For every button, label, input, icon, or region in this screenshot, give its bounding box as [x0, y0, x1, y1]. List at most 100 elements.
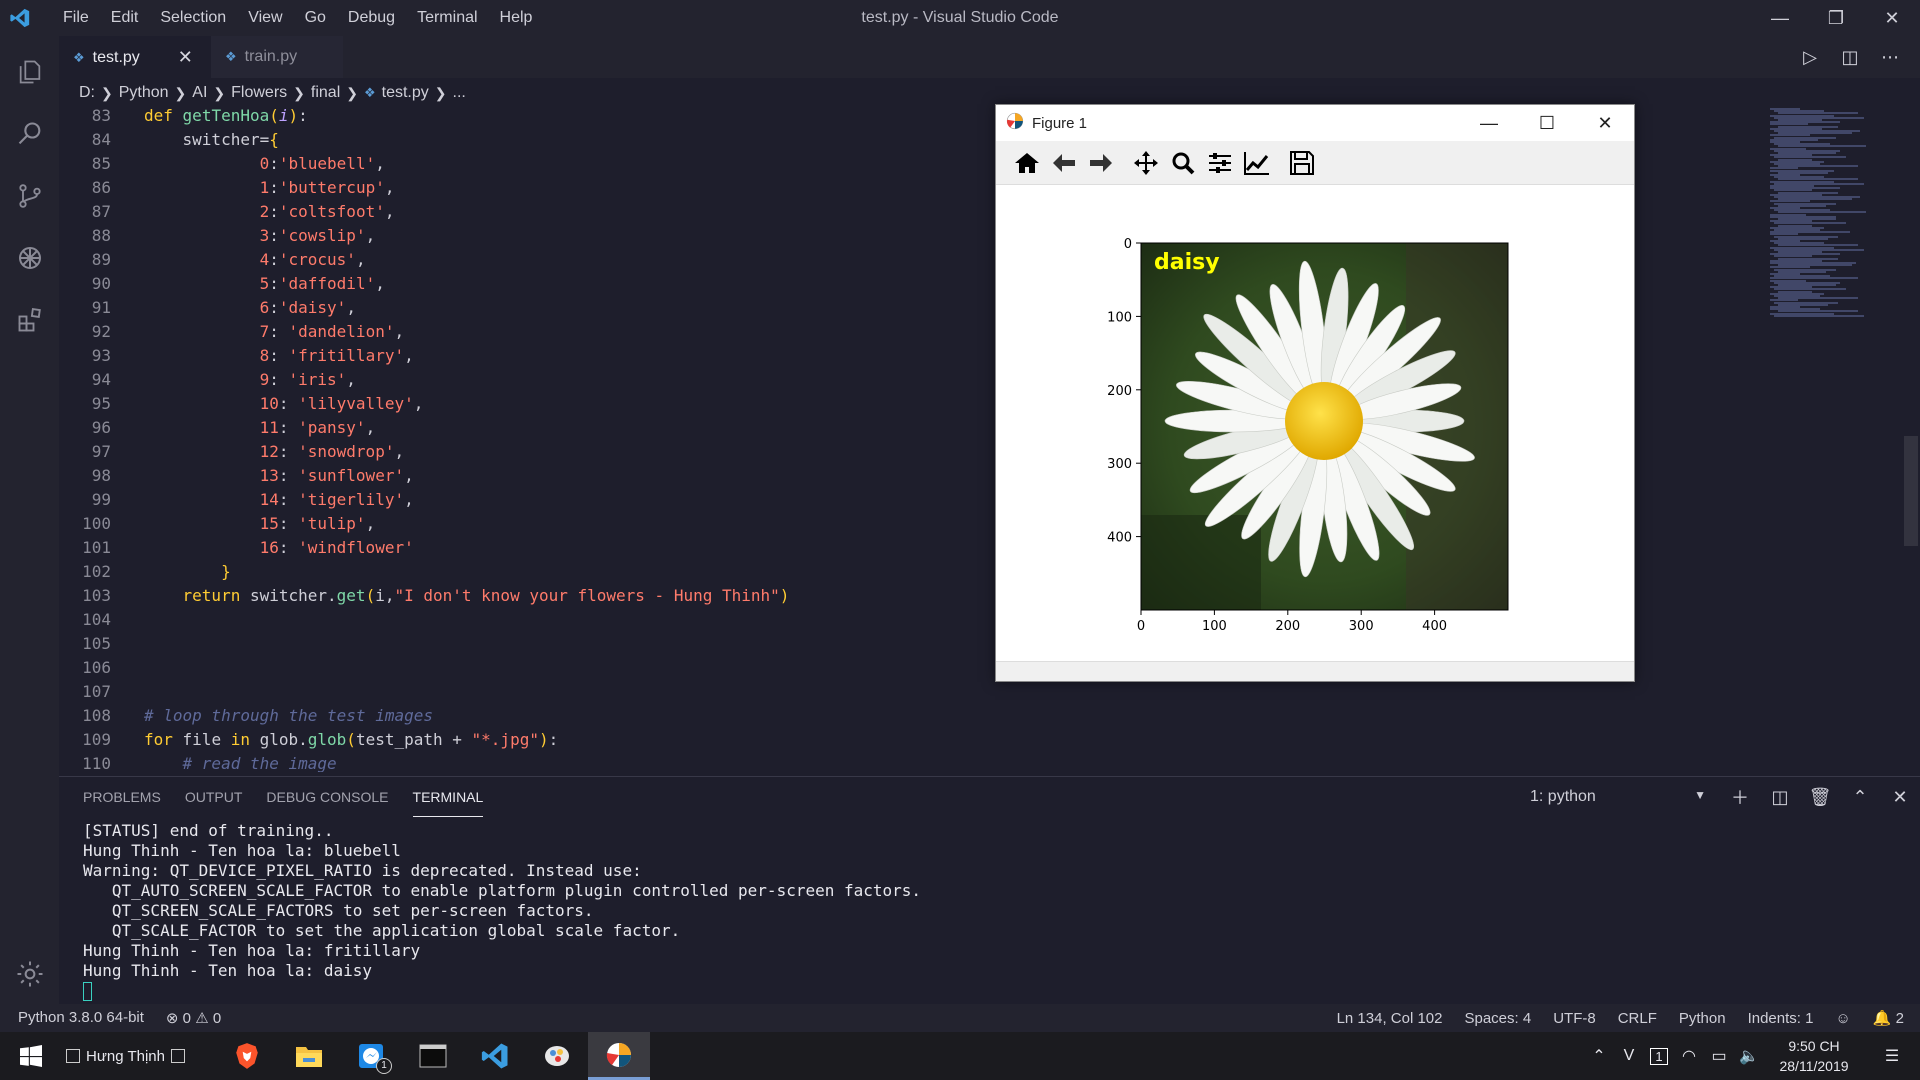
- code-text: 1:'buttercup',: [259, 178, 395, 197]
- wifi-icon[interactable]: ◠: [1674, 1046, 1704, 1066]
- chevron-right-icon: ❯: [434, 84, 447, 101]
- code-line[interactable]: 107: [59, 680, 1759, 704]
- terminal-prompt[interactable]: [83, 981, 921, 1001]
- close-panel-icon[interactable]: ✕: [1880, 787, 1920, 808]
- line-number: 84: [91, 130, 111, 149]
- chevron-up-icon[interactable]: ⌃: [1584, 1046, 1614, 1066]
- indent-spaces[interactable]: Spaces: 4: [1464, 1010, 1531, 1027]
- code-text: 10: 'lilyvalley',: [259, 394, 424, 413]
- split-terminal-icon[interactable]: ◫: [1760, 787, 1800, 808]
- code-line[interactable]: 108 # loop through the test images: [59, 704, 1759, 728]
- menu-terminal[interactable]: Terminal: [406, 9, 488, 27]
- back-arrow-icon[interactable]: [1045, 145, 1082, 181]
- menu-debug[interactable]: Debug: [337, 9, 406, 27]
- code-text: 15: 'tulip',: [259, 514, 376, 533]
- start-button[interactable]: [0, 1032, 62, 1080]
- tab-terminal[interactable]: TERMINAL: [412, 777, 484, 817]
- menu-file[interactable]: File: [52, 9, 100, 27]
- menu-edit[interactable]: Edit: [100, 9, 150, 27]
- brave-browser-icon[interactable]: [216, 1032, 278, 1080]
- more-actions-icon[interactable]: ⋯: [1870, 47, 1910, 68]
- search-icon[interactable]: [0, 106, 59, 162]
- menu-selection[interactable]: Selection: [149, 9, 237, 27]
- tab-debug-console[interactable]: DEBUG CONSOLE: [266, 777, 388, 817]
- breadcrumb-symbol[interactable]: ...: [453, 84, 466, 102]
- tab-test-py[interactable]: ❖ test.py ✕: [59, 36, 211, 78]
- forward-arrow-icon[interactable]: [1082, 145, 1119, 181]
- action-center-icon[interactable]: ☰: [1864, 1046, 1920, 1066]
- terminal-line: Hung Thinh - Ten hoa la: fritillary: [83, 941, 421, 960]
- breadcrumb-flowers[interactable]: Flowers: [231, 84, 287, 102]
- python-interpreter[interactable]: Python 3.8.0 64-bit: [18, 1009, 144, 1027]
- notifications[interactable]: 🔔 2: [1873, 1009, 1904, 1027]
- cursor-position[interactable]: Ln 134, Col 102: [1337, 1010, 1443, 1027]
- matplotlib-figure-taskbar-icon[interactable]: [588, 1032, 650, 1080]
- source-control-icon[interactable]: [0, 168, 59, 224]
- breadcrumb-final[interactable]: final: [311, 84, 340, 102]
- python-idle-icon[interactable]: [526, 1032, 588, 1080]
- breadcrumb-ai[interactable]: AI: [192, 84, 207, 102]
- menu-view[interactable]: View: [237, 9, 293, 27]
- code-line[interactable]: 110 # read the image: [59, 752, 1759, 772]
- menu-help[interactable]: Help: [489, 9, 544, 27]
- breadcrumb-drive[interactable]: D:: [79, 84, 95, 102]
- zoom-magnifier-icon[interactable]: [1164, 145, 1201, 181]
- minimap[interactable]: [1770, 104, 1890, 772]
- debug-icon[interactable]: [0, 230, 59, 286]
- language-mode[interactable]: Python: [1679, 1010, 1726, 1027]
- battery-icon[interactable]: ▭: [1704, 1046, 1734, 1066]
- taskbar-username: Hưng Thịnh: [86, 1047, 165, 1065]
- terminal-output[interactable]: [STATUS] end of training.. Hung Thinh - …: [83, 821, 921, 1001]
- menu-go[interactable]: Go: [294, 9, 337, 27]
- flower-image: [1141, 243, 1508, 610]
- trash-icon[interactable]: 🗑: [1800, 787, 1840, 808]
- settings-gear-icon[interactable]: [0, 946, 59, 1002]
- vscode-taskbar-icon[interactable]: [464, 1032, 526, 1080]
- user-switch-button[interactable]: Hưng Thịnh: [58, 1032, 198, 1080]
- code-line[interactable]: 109 for file in glob.glob(test_path + "*.…: [59, 728, 1759, 752]
- tray-badge-icon[interactable]: 1: [1644, 1047, 1674, 1065]
- code-text: # read the image: [182, 754, 337, 772]
- restore-button[interactable]: ❐: [1808, 0, 1864, 36]
- tab-problems[interactable]: PROBLEMS: [83, 777, 161, 817]
- tab-output[interactable]: OUTPUT: [185, 777, 243, 817]
- terminal-select[interactable]: 1: python ▼: [1530, 788, 1720, 806]
- volume-icon[interactable]: 🔈: [1734, 1046, 1764, 1066]
- file-explorer-icon[interactable]: [278, 1032, 340, 1080]
- clock[interactable]: 9:50 CH 28/11/2019: [1764, 1036, 1864, 1076]
- messenger-icon[interactable]: 1: [340, 1032, 402, 1080]
- tab-train-py[interactable]: ❖ train.py: [211, 36, 343, 78]
- maximize-panel-icon[interactable]: ⌃: [1840, 787, 1880, 808]
- indents[interactable]: Indents: 1: [1748, 1010, 1814, 1027]
- figure-canvas[interactable]: daisy 0 100 200 300 400 0 100 200 300 400: [996, 185, 1634, 661]
- terminal-app-icon[interactable]: [402, 1032, 464, 1080]
- minimize-button[interactable]: —: [1752, 0, 1808, 36]
- home-icon[interactable]: [1008, 145, 1045, 181]
- explorer-icon[interactable]: [0, 44, 59, 100]
- figure-minimize-button[interactable]: —: [1460, 105, 1518, 141]
- line-ending[interactable]: CRLF: [1618, 1010, 1657, 1027]
- editor-scrollbar-thumb[interactable]: [1904, 436, 1918, 546]
- file-encoding[interactable]: UTF-8: [1553, 1010, 1596, 1027]
- figure-close-button[interactable]: ✕: [1576, 105, 1634, 141]
- new-terminal-icon[interactable]: ＋: [1720, 784, 1760, 810]
- figure-maximize-button[interactable]: ☐: [1518, 105, 1576, 141]
- feedback-smiley-icon[interactable]: ☺: [1835, 1010, 1850, 1027]
- close-window-button[interactable]: ✕: [1864, 0, 1920, 36]
- breadcrumb-file[interactable]: test.py: [382, 84, 429, 102]
- run-icon[interactable]: ▷: [1790, 47, 1830, 68]
- save-figure-icon[interactable]: [1283, 145, 1320, 181]
- close-tab-icon[interactable]: ✕: [178, 47, 193, 68]
- configure-subplots-icon[interactable]: [1201, 145, 1238, 181]
- terminal-select-value: 1: python: [1530, 788, 1596, 805]
- breadcrumb-python[interactable]: Python: [119, 84, 169, 102]
- extensions-icon[interactable]: [0, 292, 59, 348]
- vpn-icon[interactable]: V: [1614, 1047, 1644, 1065]
- bottom-panel: PROBLEMS OUTPUT DEBUG CONSOLE TERMINAL 1…: [59, 776, 1920, 1004]
- editor-actions: ▷ ◫ ⋯: [1790, 36, 1910, 78]
- split-editor-icon[interactable]: ◫: [1830, 47, 1870, 68]
- edit-axis-icon[interactable]: [1238, 145, 1275, 181]
- problems-counter[interactable]: ⊗ 0 ⚠ 0: [166, 1009, 221, 1027]
- pan-move-icon[interactable]: [1127, 145, 1164, 181]
- line-number: 95: [91, 394, 111, 413]
